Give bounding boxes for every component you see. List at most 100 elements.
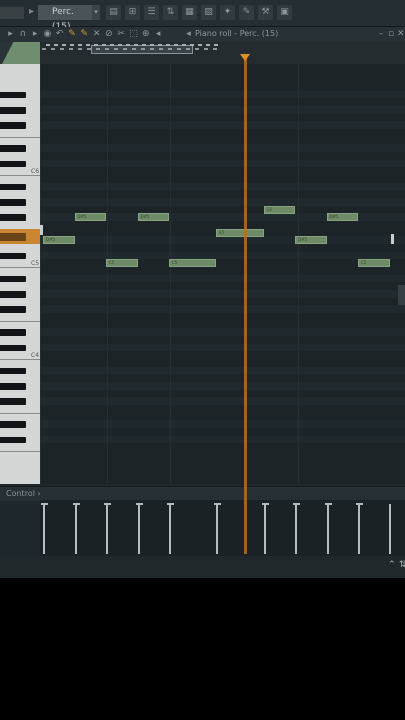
delete-icon[interactable]: ✕ bbox=[91, 28, 102, 40]
maximize-button[interactable]: ▫ bbox=[388, 28, 394, 40]
velocity-stem[interactable] bbox=[358, 504, 360, 554]
black-key[interactable] bbox=[0, 183, 26, 191]
velocity-handle[interactable] bbox=[293, 503, 300, 505]
magnet-icon[interactable]: ∩ bbox=[17, 28, 28, 40]
black-key[interactable] bbox=[0, 421, 26, 429]
playhead[interactable] bbox=[244, 54, 247, 554]
black-key[interactable] bbox=[0, 106, 26, 114]
step-seq-icon[interactable]: ⊞ bbox=[125, 5, 140, 20]
timeline-tick bbox=[78, 48, 82, 50]
mute-icon[interactable]: ⊘ bbox=[103, 28, 114, 40]
play-icon[interactable]: ▸ bbox=[30, 28, 41, 40]
velocity-stem[interactable] bbox=[43, 504, 45, 554]
velocity-lane[interactable] bbox=[40, 500, 405, 556]
black-key[interactable] bbox=[0, 145, 26, 152]
control-label[interactable]: Control › bbox=[6, 489, 41, 499]
close-button[interactable]: ✕ bbox=[397, 28, 405, 40]
black-key[interactable] bbox=[0, 91, 26, 99]
black-key[interactable] bbox=[0, 252, 26, 260]
black-key[interactable] bbox=[0, 398, 26, 406]
tempo-icon[interactable]: ✎ bbox=[239, 5, 254, 20]
velocity-handle[interactable] bbox=[104, 503, 111, 505]
wrench-icon[interactable]: ⚒ bbox=[258, 5, 273, 20]
velocity-handle[interactable] bbox=[356, 503, 363, 505]
channel-rack-icon[interactable]: ▦ bbox=[182, 5, 197, 20]
velocity-handle[interactable] bbox=[324, 503, 332, 505]
velocity-handle[interactable] bbox=[135, 503, 143, 505]
note[interactable]: G5 bbox=[263, 205, 295, 214]
note[interactable]: D#5 bbox=[74, 213, 106, 222]
vertical-scrollbar[interactable] bbox=[398, 285, 405, 305]
event-editor-header: Control › bbox=[0, 486, 405, 501]
velocity-stem[interactable] bbox=[295, 504, 297, 554]
black-key[interactable] bbox=[0, 306, 26, 313]
piano-roll-icon[interactable]: ▤ bbox=[106, 5, 121, 20]
toolbar-arrow-icon[interactable]: ▸ bbox=[29, 6, 34, 17]
black-key[interactable] bbox=[0, 436, 26, 444]
tool-corner[interactable] bbox=[0, 42, 40, 64]
pattern-selector[interactable]: Perc. (15) bbox=[38, 5, 92, 32]
browser-icon[interactable]: ▨ bbox=[201, 5, 216, 20]
note[interactable]: C5 bbox=[106, 259, 138, 268]
speaker-icon[interactable]: ◂ bbox=[183, 28, 194, 40]
black-key[interactable] bbox=[0, 329, 26, 337]
grid-row-band bbox=[40, 90, 405, 99]
velocity-handle[interactable] bbox=[41, 503, 48, 505]
scroll-up-icon[interactable]: ⌃ bbox=[388, 560, 396, 570]
black-key[interactable] bbox=[0, 344, 26, 352]
velocity-stem[interactable] bbox=[263, 504, 266, 554]
pattern-dropdown-icon[interactable]: ▾ bbox=[92, 5, 100, 20]
black-key[interactable] bbox=[0, 160, 26, 168]
note[interactable]: E5 bbox=[216, 228, 264, 237]
velocity-handle[interactable] bbox=[72, 503, 80, 505]
velocity-stem[interactable] bbox=[74, 504, 77, 554]
plugin-icon[interactable]: ✦ bbox=[220, 5, 235, 20]
note[interactable]: C5 bbox=[169, 259, 217, 268]
velocity-stem[interactable] bbox=[137, 504, 140, 554]
playlist-icon[interactable]: ☰ bbox=[144, 5, 159, 20]
black-key[interactable] bbox=[0, 383, 26, 390]
black-key[interactable] bbox=[0, 291, 26, 298]
velocity-handle[interactable] bbox=[261, 503, 269, 505]
velocity-handle[interactable] bbox=[214, 503, 222, 505]
velocity-stem[interactable] bbox=[216, 504, 219, 554]
black-key[interactable] bbox=[0, 214, 26, 221]
minimize-button[interactable]: – bbox=[379, 28, 384, 40]
black-key[interactable] bbox=[0, 275, 26, 283]
pencil-icon[interactable]: ✎ bbox=[67, 28, 78, 40]
grid-row-band bbox=[40, 343, 405, 352]
note-range-start-marker[interactable] bbox=[40, 225, 43, 235]
timeline-tick bbox=[87, 48, 91, 50]
note[interactable]: D#5 bbox=[326, 213, 358, 222]
note-range-end-marker[interactable] bbox=[391, 234, 394, 244]
resize-icon[interactable]: ⇅ bbox=[399, 560, 405, 570]
key-label-c4: C4 bbox=[31, 352, 40, 360]
timeline[interactable] bbox=[40, 42, 405, 65]
playhead-marker[interactable] bbox=[240, 54, 250, 61]
mixer-icon[interactable]: ⇅ bbox=[163, 5, 178, 20]
velocity-stem[interactable] bbox=[326, 504, 329, 554]
note[interactable]: D#5 bbox=[295, 236, 327, 245]
select-icon[interactable]: ⬚ bbox=[128, 28, 139, 40]
slice-icon[interactable]: ✂ bbox=[116, 28, 127, 40]
black-key[interactable] bbox=[0, 122, 26, 129]
record-icon[interactable]: ◉ bbox=[42, 28, 53, 40]
note[interactable]: D#5 bbox=[137, 213, 169, 222]
undo-icon[interactable]: ↶ bbox=[54, 28, 65, 40]
piano-keyboard[interactable]: C6 C5 C4 bbox=[0, 64, 40, 484]
menu-arrow-icon[interactable]: ▸ bbox=[5, 28, 16, 40]
velocity-stem[interactable] bbox=[169, 504, 171, 554]
note[interactable]: C5 bbox=[358, 259, 390, 268]
zoom-icon[interactable]: ⊕ bbox=[140, 28, 151, 40]
black-key[interactable] bbox=[0, 198, 26, 206]
paint-icon[interactable]: ✎ bbox=[79, 28, 90, 40]
velocity-stem[interactable] bbox=[388, 504, 391, 554]
playback-icon[interactable]: ◂ bbox=[153, 28, 164, 40]
note[interactable]: D#5 bbox=[43, 236, 75, 245]
velocity-stem[interactable] bbox=[106, 504, 108, 554]
note-grid[interactable]: D#5 D#5 C5 D#5 C5 E5 G5 D#5 D#5 C5 bbox=[40, 64, 405, 484]
black-key[interactable] bbox=[0, 367, 26, 375]
timeline-tick bbox=[134, 44, 138, 46]
cpu-icon[interactable]: ▣ bbox=[277, 5, 292, 20]
velocity-handle[interactable] bbox=[167, 503, 174, 505]
